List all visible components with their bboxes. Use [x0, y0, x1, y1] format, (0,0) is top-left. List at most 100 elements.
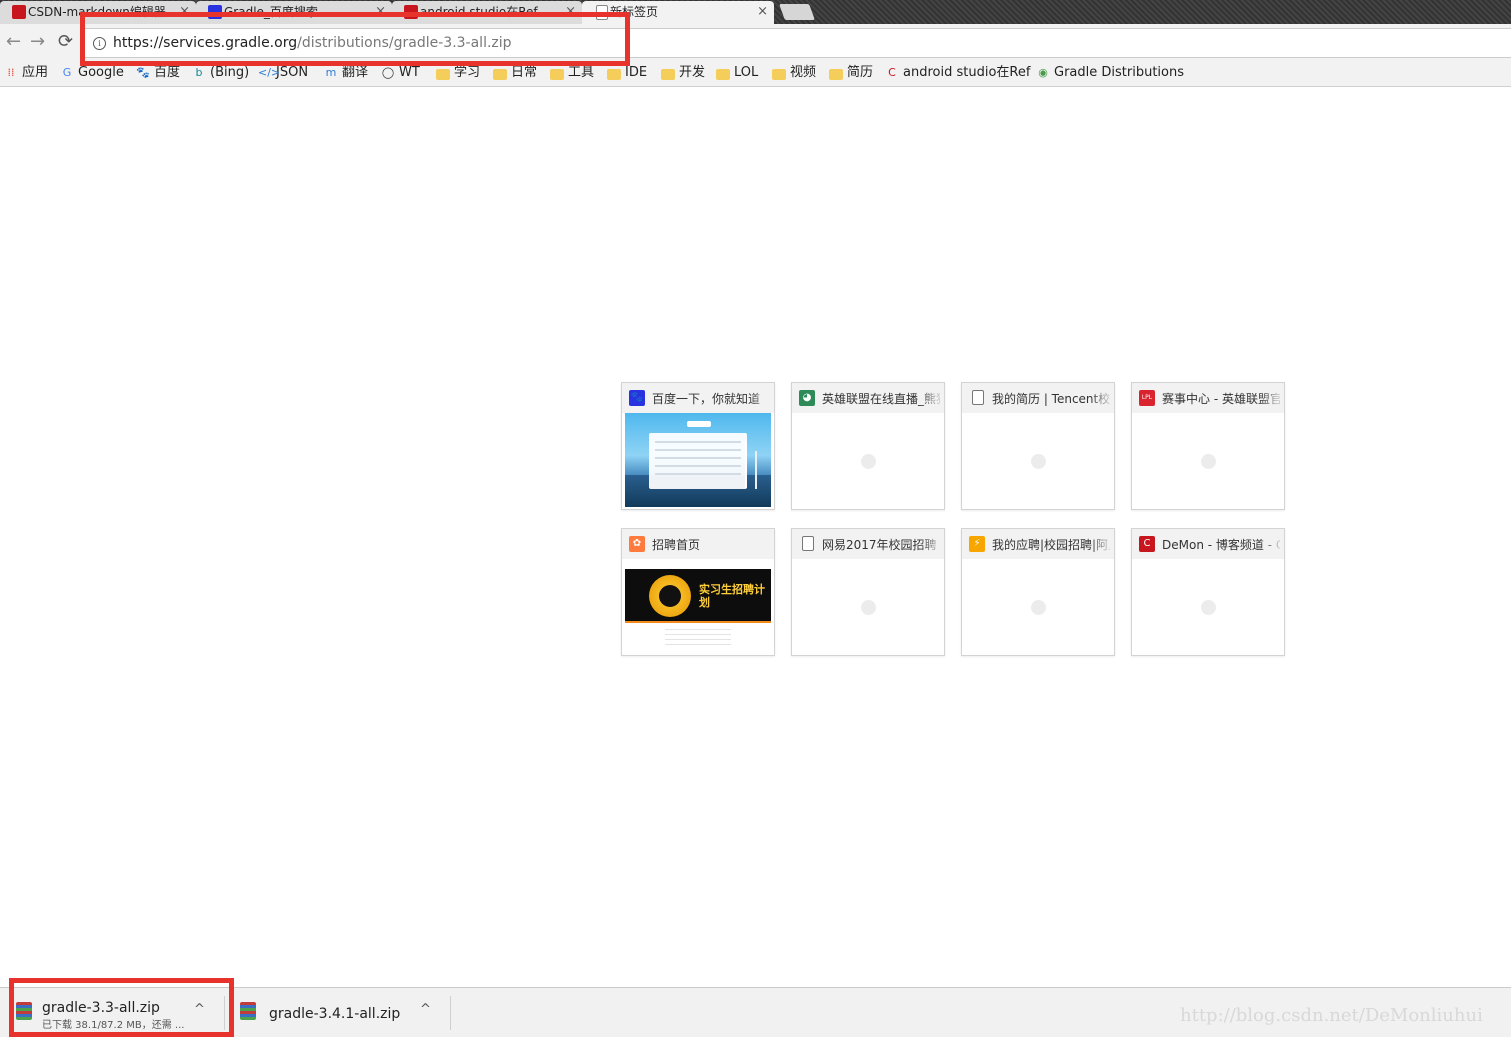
bookmark-工具[interactable]: 工具 — [550, 63, 594, 85]
tile-header: 🐾 百度一下，你就知道 — [622, 383, 774, 413]
loading-placeholder-icon — [861, 454, 876, 469]
tile-title-fade — [920, 529, 944, 559]
folder-icon — [716, 69, 730, 80]
bookmark-label: WT — [399, 65, 420, 80]
recruit-icon: ✿ — [629, 536, 645, 552]
download-filename: gradle-3.4.1-all.zip — [269, 1006, 401, 1022]
folder-icon — [493, 69, 507, 80]
bookmark-label: LOL — [734, 65, 759, 80]
tile-title-fade — [750, 529, 774, 559]
download-item[interactable]: gradle-3.4.1-all.zip ^ — [234, 988, 444, 1038]
bookmark-label: 日常 — [511, 65, 538, 80]
tile-thumbnail — [625, 413, 771, 507]
bookmark-label: (Bing) — [210, 65, 250, 80]
bookmark-label: IDE — [625, 65, 648, 80]
tile-title-fade — [1090, 529, 1114, 559]
most-visited-tile[interactable]: 网易2017年校园招聘 — [791, 528, 945, 656]
bookmark-开发[interactable]: 开发 — [661, 63, 705, 85]
bookmark-翻译[interactable]: m 翻译 — [324, 63, 368, 85]
tile-header: 我的简历 | Tencent校园招聘 — [962, 383, 1114, 413]
lpl-icon: LPL — [1139, 390, 1155, 406]
bookmark-label: 开发 — [679, 65, 706, 80]
baidu-icon: 🐾 — [136, 66, 150, 79]
back-icon[interactable]: ← — [6, 32, 21, 52]
tile-title-fade — [920, 383, 944, 413]
tile-header: LPL赛事中心 - 英雄联盟官方网站 — [1132, 383, 1284, 413]
tile-title-fade — [1260, 383, 1284, 413]
tile-title-fade — [1090, 383, 1114, 413]
tile-header: 网易2017年校园招聘 — [792, 529, 944, 559]
folder-icon — [607, 69, 621, 80]
most-visited-tile[interactable]: LPL赛事中心 - 英雄联盟官方网站 — [1131, 382, 1285, 510]
folder-icon — [829, 69, 843, 80]
bookmark-bing[interactable]: b (Bing) — [192, 63, 250, 85]
translate-icon: m — [325, 66, 337, 79]
bookmark-android-studio在ref[interactable]: Candroid studio在Ref — [885, 63, 1030, 85]
ali-icon: ⚡ — [969, 536, 985, 552]
bookmark-ide[interactable]: IDE — [607, 63, 647, 85]
most-visited-tile[interactable]: ✿ 招聘首页实习生招聘计划 — [621, 528, 775, 656]
reload-icon[interactable]: ⟳ — [58, 32, 73, 52]
tile-title-fade — [1260, 529, 1284, 559]
most-visited-tile[interactable]: 🐾 百度一下，你就知道 — [621, 382, 775, 510]
tile-header: ⚡我的应聘|校园招聘|阿里巴巴 — [962, 529, 1114, 559]
folder-icon — [436, 69, 450, 80]
bookmark-label: 翻译 — [342, 65, 369, 80]
most-visited-tile[interactable]: ◕ 英雄联盟在线直播_熊猫 — [791, 382, 945, 510]
loading-placeholder-icon — [1031, 454, 1046, 469]
tile-header: ✿ 招聘首页 — [622, 529, 774, 559]
tile-header: ◕ 英雄联盟在线直播_熊猫 — [792, 383, 944, 413]
bookmark-label: JSON — [276, 65, 309, 80]
folder-icon — [550, 69, 564, 80]
baidu-paw-icon: 🐾 — [629, 390, 645, 406]
page-icon — [802, 536, 814, 551]
most-visited-tile[interactable]: 我的简历 | Tencent校园招聘 — [961, 382, 1115, 510]
bookmark-label: 学习 — [454, 65, 481, 80]
apps-icon: ⁞⁞ — [7, 66, 15, 79]
url-highlight-box — [80, 12, 630, 66]
most-visited-tile[interactable]: ⚡我的应聘|校园招聘|阿里巴巴 — [961, 528, 1115, 656]
bookmark-lol[interactable]: LOL — [716, 63, 758, 85]
tile-title-fade — [750, 383, 774, 413]
bookmark-label: 应用 — [22, 65, 49, 80]
bookmark-百度[interactable]: 🐾 百度 — [136, 63, 180, 85]
bookmark-label: 百度 — [154, 65, 181, 80]
bookmark-json[interactable]: </> JSON — [258, 63, 308, 85]
loading-placeholder-icon — [861, 600, 876, 615]
google-icon: G — [62, 66, 72, 79]
divider — [450, 996, 451, 1030]
bing-icon: b — [195, 66, 203, 79]
bookmark-应用[interactable]: ⁞⁞ 应用 — [4, 63, 49, 85]
bookmark-gradle-distributions[interactable]: ◉ Gradle Distributions — [1036, 63, 1184, 85]
most-visited-tile[interactable]: CDeMon - 博客频道 - CSDN — [1131, 528, 1285, 656]
chevron-up-icon[interactable]: ^ — [420, 1002, 431, 1017]
bookmark-label: 视频 — [790, 65, 817, 80]
bookmark-学习[interactable]: 学习 — [436, 63, 480, 85]
bookmark-wt[interactable]: ◯ WT — [381, 63, 420, 85]
bookmark-简历[interactable]: 简历 — [829, 63, 873, 85]
download-highlight-box — [9, 978, 234, 1037]
bookmark-label: 简历 — [847, 65, 874, 80]
bookmark-label: Gradle Distributions — [1054, 65, 1184, 80]
gradle-icon: ◉ — [1038, 66, 1048, 79]
bookmark-日常[interactable]: 日常 — [493, 63, 537, 85]
zip-file-icon — [240, 1002, 256, 1020]
bookmark-label: 工具 — [568, 65, 595, 80]
bookmark-google[interactable]: G Google — [60, 63, 124, 85]
csdn-icon — [12, 5, 26, 19]
csdn-icon: C — [1139, 536, 1155, 552]
bookmark-视频[interactable]: 视频 — [772, 63, 816, 85]
wt-icon: ◯ — [381, 66, 395, 79]
watermark: http://blog.csdn.net/DeMonliuhui — [1180, 1005, 1483, 1026]
forward-icon[interactable]: → — [30, 32, 45, 52]
loading-placeholder-icon — [1201, 454, 1216, 469]
json-icon: </> — [258, 66, 281, 79]
recruit-banner-text: 实习生招聘计划 — [699, 583, 765, 609]
tile-thumbnail: 实习生招聘计划 — [625, 559, 771, 653]
close-icon[interactable]: × — [757, 1, 768, 23]
new-tab-button[interactable] — [779, 4, 815, 20]
bookmark-label: Google — [78, 65, 124, 80]
page-icon — [972, 390, 984, 405]
folder-icon — [661, 69, 675, 80]
tile-header: CDeMon - 博客频道 - CSDN — [1132, 529, 1284, 559]
